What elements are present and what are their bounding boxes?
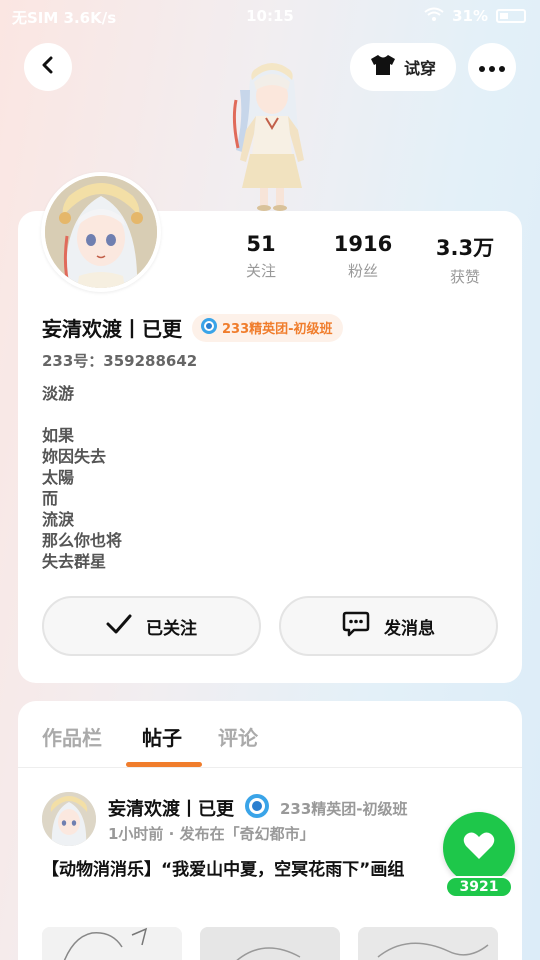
stat-label: 粉丝 <box>347 262 378 280</box>
tab-divider <box>18 767 522 768</box>
post-author-avatar[interactable] <box>42 792 96 846</box>
post-image[interactable] <box>358 927 498 960</box>
rank-badge[interactable]: 233精英团-初级班 <box>192 313 343 342</box>
like-count: 3921 <box>445 876 513 898</box>
post-meta: 1小时前 · 发布在「奇幻都市」 <box>108 825 315 843</box>
bio-line: 那么你也将 <box>42 531 123 550</box>
post-image[interactable] <box>200 927 340 960</box>
avatar-figure[interactable] <box>210 60 334 212</box>
stat-value: 51 <box>246 232 276 256</box>
battery-icon <box>496 9 526 23</box>
try-on-button[interactable]: 试穿 <box>350 43 456 91</box>
name-row: 妄清欢渡丨已更 233精英团-初级班 <box>42 313 343 342</box>
message-label: 发消息 <box>384 618 435 639</box>
profile-avatar[interactable] <box>41 172 161 292</box>
bio-line: 淡游 <box>42 384 75 403</box>
tab-works[interactable]: 作品栏 <box>42 722 102 751</box>
shirt-icon <box>370 54 396 80</box>
bio-line: 失去群星 <box>42 552 107 571</box>
tab-posts[interactable]: 帖子 <box>142 722 182 751</box>
post-author-name[interactable]: 妄清欢渡丨已更 <box>108 795 234 821</box>
try-on-label: 试穿 <box>403 59 436 78</box>
battery-percent: 31% <box>452 7 488 25</box>
profile-name: 妄清欢渡丨已更 <box>42 317 182 341</box>
bio-line: 而 <box>42 489 59 508</box>
status-bar: 无SIM 3.6K/s 10:15 31% <box>0 0 540 34</box>
stat-label: 获赞 <box>449 268 480 286</box>
bio-line: 流淚 <box>42 510 75 529</box>
heart-icon <box>463 832 495 864</box>
chevron-left-icon <box>39 56 57 78</box>
stat-value: 1916 <box>333 232 393 256</box>
badge-label: 233精英团-初级班 <box>222 322 333 337</box>
post-image[interactable] <box>42 927 182 960</box>
medal-icon <box>244 793 270 823</box>
post-author-row: 妄清欢渡丨已更 233精英团-初级班 <box>108 793 408 823</box>
bio-line <box>42 404 122 425</box>
user-id: 233号：359288642 <box>42 352 198 370</box>
more-button[interactable] <box>468 43 516 91</box>
bio: 淡游 如果 妳因失去 太陽 而 流淚 那么你也将 失去群星 <box>42 383 122 572</box>
stat-label: 关注 <box>245 262 276 280</box>
back-button[interactable] <box>24 43 72 91</box>
bio-line: 太陽 <box>42 468 75 487</box>
post-title[interactable]: 【动物消消乐】“我爱山中夏，空冥花雨下”画组 <box>42 858 462 882</box>
post-author-badge: 233精英团-初级班 <box>280 799 408 818</box>
stat-likes[interactable]: 3.3万 获赞 <box>420 232 510 287</box>
stat-followers[interactable]: 1916 粉丝 <box>318 232 408 281</box>
chat-bubble-icon <box>342 611 370 642</box>
like-button[interactable] <box>443 812 515 884</box>
bio-line: 妳因失去 <box>42 447 107 466</box>
follow-label: 已关注 <box>146 618 197 639</box>
message-button[interactable]: 发消息 <box>279 596 498 656</box>
check-icon <box>106 614 132 639</box>
follow-button[interactable]: 已关注 <box>42 596 261 656</box>
medal-icon <box>200 317 218 339</box>
stat-value: 3.3万 <box>435 236 495 260</box>
stat-following[interactable]: 51 关注 <box>216 232 306 281</box>
status-icons: 31% <box>424 7 526 25</box>
bio-line: 如果 <box>42 426 75 445</box>
wifi-icon <box>424 7 444 25</box>
tab-comments[interactable]: 评论 <box>218 722 258 751</box>
more-dots-icon <box>478 58 506 77</box>
